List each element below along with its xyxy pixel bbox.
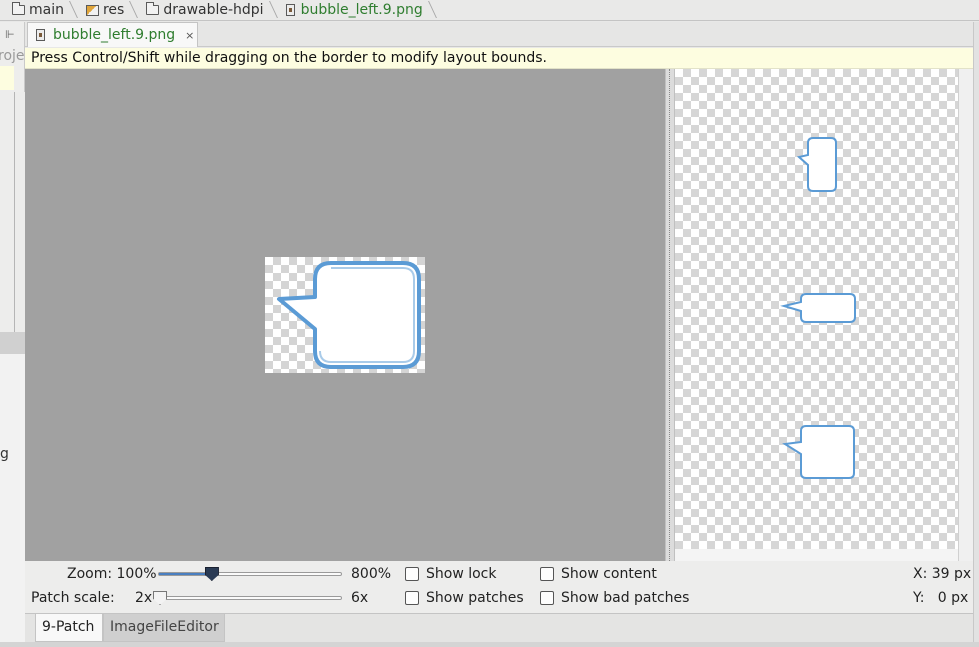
image-file-icon	[36, 29, 45, 41]
hint-bar: Press Control/Shift while dragging on th…	[25, 48, 973, 69]
zoom-slider-thumb[interactable]	[204, 567, 219, 581]
show-bad-patches-label: Show bad patches	[561, 590, 690, 606]
close-icon[interactable]: ×	[185, 29, 194, 42]
tab-label: bubble_left.9.png	[53, 27, 176, 43]
patch-scale-slider[interactable]	[158, 596, 342, 600]
tab-9-patch[interactable]: 9-Patch	[35, 614, 103, 642]
breadcrumb-label: res	[102, 2, 125, 18]
folder-icon	[146, 2, 160, 15]
ninepatch-image[interactable]	[265, 257, 425, 373]
res-folder-icon	[85, 4, 99, 16]
patch-scale-max-label: 6x	[351, 590, 369, 606]
ninepatch-controls: Zoom: 100% 800% Patch scale: 2x 6x Show …	[25, 561, 973, 613]
preview-footer	[675, 549, 958, 561]
right-tool-strip	[973, 22, 979, 642]
panel-tree	[14, 92, 25, 354]
zoom-slider-fill	[159, 573, 207, 575]
patch-scale-slider-thumb[interactable]	[153, 591, 167, 605]
patch-scale-min-label: 2x	[135, 590, 153, 606]
split-divider[interactable]	[665, 69, 675, 561]
tab-image-file-editor[interactable]: ImageFileEditor	[103, 614, 225, 642]
breadcrumb-item-drawable-hdpi[interactable]: drawable-hdpi	[134, 0, 273, 21]
project-panel-label: roje	[0, 48, 25, 64]
y-coordinate-readout: Y: 0 px	[913, 590, 969, 606]
show-content-checkbox[interactable]	[540, 567, 554, 581]
show-lock-checkbox[interactable]	[405, 567, 419, 581]
breadcrumb-label: drawable-hdpi	[163, 2, 264, 18]
ninepatch-canvas[interactable]	[25, 69, 665, 561]
image-file-icon	[285, 4, 295, 16]
panel-lower	[0, 354, 25, 644]
show-bad-patches-checkbox[interactable]	[540, 591, 554, 605]
panel-header	[0, 332, 25, 354]
zoom-label: Zoom: 100%	[67, 566, 157, 582]
status-bar	[0, 642, 979, 647]
show-patches-label: Show patches	[426, 590, 524, 606]
project-panel-edge: ⊩ roje g	[0, 22, 25, 644]
breadcrumb-item-res[interactable]: res	[74, 0, 134, 21]
patch-scale-label: Patch scale:	[31, 590, 115, 606]
tab-bubble-left[interactable]: bubble_left.9.png ×	[27, 22, 198, 47]
breadcrumb-item-file[interactable]: bubble_left.9.png	[274, 0, 433, 21]
show-content-label: Show content	[561, 566, 657, 582]
breadcrumb-item-main[interactable]: main	[0, 0, 74, 21]
panel-highlight	[0, 66, 14, 90]
breadcrumb-label: bubble_left.9.png	[300, 2, 423, 18]
breadcrumb-label: main	[29, 2, 64, 18]
folder-icon	[12, 2, 25, 15]
editor-mode-tabs: 9-Patch ImageFileEditor	[25, 613, 973, 642]
breadcrumb: main res drawable-hdpi bubble_left.9.png	[0, 0, 979, 21]
show-patches-checkbox[interactable]	[405, 591, 419, 605]
preview-bubbles	[780, 137, 856, 479]
panel-item[interactable]: g	[0, 446, 9, 462]
zoom-max-label: 800%	[351, 566, 392, 582]
x-coordinate-readout: X: 39 px	[913, 566, 972, 582]
pin-icon[interactable]: ⊩	[5, 28, 15, 41]
speech-bubble-image	[277, 261, 421, 369]
editor-tab-bar: bubble_left.9.png ×	[25, 22, 979, 47]
preview-pane	[675, 69, 958, 549]
zoom-slider[interactable]	[158, 572, 342, 576]
show-lock-label: Show lock	[426, 566, 497, 582]
